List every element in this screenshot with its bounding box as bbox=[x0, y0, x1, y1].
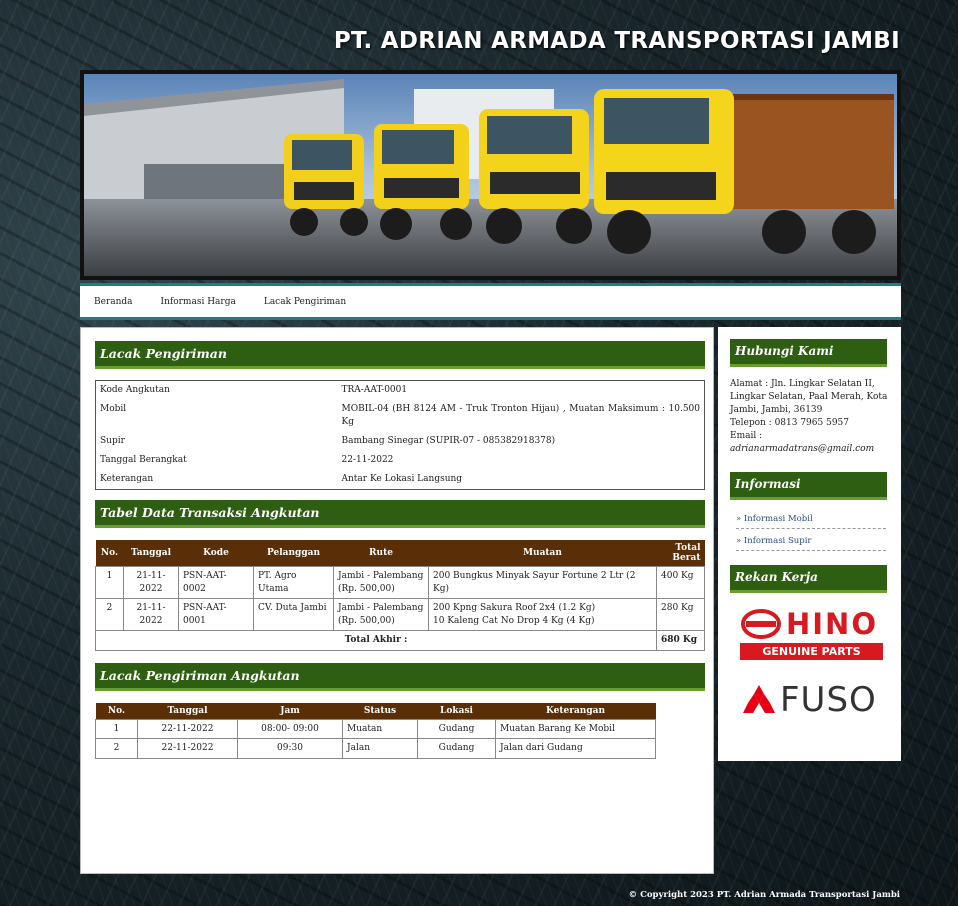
main-content: Lacak Pengiriman Kode Angkutan TRA-AAT-0… bbox=[80, 327, 714, 874]
link-informasi-mobil[interactable]: » Informasi Mobil bbox=[736, 507, 886, 529]
info-row: Mobil MOBIL-04 (BH 8124 AM - Truk Tronto… bbox=[96, 400, 705, 432]
col-header: No. bbox=[95, 702, 138, 719]
col-header: Tanggal bbox=[123, 540, 179, 567]
contact-email-label: Email : bbox=[730, 431, 763, 441]
info-value: MOBIL-04 (BH 8124 AM - Truk Tronton Hija… bbox=[341, 404, 701, 427]
total-label: Total Akhir : bbox=[95, 630, 657, 651]
transaksi-heading: Tabel Data Transaksi Angkutan bbox=[95, 500, 705, 528]
table-header-row: No. Tanggal Jam Status Lokasi Keterangan bbox=[95, 702, 705, 719]
cell: 21-11-2022 bbox=[123, 598, 179, 631]
informasi-heading: Informasi bbox=[730, 472, 887, 500]
col-header: Status bbox=[342, 702, 418, 719]
shipment-info-table: Kode Angkutan TRA-AAT-0001 Mobil MOBIL-0… bbox=[95, 380, 705, 490]
info-label: Mobil bbox=[100, 404, 127, 414]
info-label: Supir bbox=[100, 436, 125, 446]
col-header: Kode bbox=[178, 540, 254, 567]
header-banner-image bbox=[80, 70, 901, 280]
fuso-wordmark: FUSO bbox=[780, 680, 877, 720]
link-informasi-supir[interactable]: » Informasi Supir bbox=[736, 529, 886, 551]
info-row: Kode Angkutan TRA-AAT-0001 bbox=[96, 381, 705, 401]
info-label: Keterangan bbox=[100, 474, 154, 484]
cell: Gudang bbox=[417, 718, 496, 739]
contact-phone: Telepon : 0813 7965 5957 bbox=[730, 418, 849, 428]
cell: 280 Kg bbox=[656, 598, 705, 631]
cell: Gudang bbox=[417, 738, 496, 759]
contact-address: Alamat : Jln. Lingkar Selatan II, Lingka… bbox=[730, 379, 888, 415]
cell: 200 Kpng Sakura Roof 2x4 (1.2 Kg) 10 Kal… bbox=[428, 598, 657, 631]
site-title: PT. ADRIAN ARMADA TRANSPORTASI JAMBI bbox=[333, 28, 900, 54]
cell: 200 Bungkus Minyak Sayur Fortune 2 Ltr (… bbox=[428, 566, 657, 599]
tracking-heading: Lacak Pengiriman Angkutan bbox=[95, 662, 705, 691]
cell: 22-11-2022 bbox=[137, 738, 238, 759]
mitsubishi-diamonds-icon bbox=[743, 685, 775, 713]
info-label: Kode Angkutan bbox=[100, 385, 170, 395]
col-header: Lokasi bbox=[417, 702, 496, 719]
spacer bbox=[656, 719, 705, 739]
info-row: Tanggal Berangkat 22-11-2022 bbox=[96, 451, 705, 470]
cell: Jalan dari Gudang bbox=[495, 738, 656, 759]
cell: 1 bbox=[95, 566, 124, 599]
sidebar: Hubungi Kami Alamat : Jln. Lingkar Selat… bbox=[718, 327, 901, 761]
info-row: Supir Bambang Sinegar (SUPIR-07 - 085382… bbox=[96, 432, 705, 451]
cell: 2 bbox=[95, 598, 124, 631]
informasi-links: » Informasi Mobil » Informasi Supir bbox=[730, 507, 901, 551]
total-row: Total Akhir : 680 Kg bbox=[95, 630, 705, 651]
table-row: 1 21-11-2022 PSN-AAT-0002 PT. Agro Utama… bbox=[95, 566, 705, 599]
cell: Jalan bbox=[342, 738, 418, 759]
transaksi-table: No. Tanggal Kode Pelanggan Rute Muatan T… bbox=[95, 540, 705, 651]
col-header: Keterangan bbox=[495, 702, 656, 719]
nav-item-informasi-harga[interactable]: Informasi Harga bbox=[161, 297, 236, 307]
info-value: Antar Ke Lokasi Langsung bbox=[341, 474, 463, 484]
table-row: 2 21-11-2022 PSN-AAT-0001 CV. Duta Jambi… bbox=[95, 598, 705, 631]
info-row: Keterangan Antar Ke Lokasi Langsung bbox=[96, 470, 705, 490]
table-row: 2 22-11-2022 09:30 Jalan Gudang Jalan da… bbox=[95, 738, 705, 759]
col-header: Muatan bbox=[428, 540, 657, 567]
col-header: No. bbox=[95, 540, 124, 567]
spacer bbox=[656, 739, 705, 759]
spacer bbox=[655, 702, 705, 719]
cell: PSN-AAT-0001 bbox=[178, 598, 254, 631]
col-header: Tanggal bbox=[137, 702, 238, 719]
cell: PSN-AAT-0002 bbox=[178, 566, 254, 599]
hino-wordmark: HINO bbox=[786, 607, 878, 641]
info-value: 22-11-2022 bbox=[341, 455, 394, 465]
cell: Muatan bbox=[342, 718, 418, 739]
cell: Muatan Barang Ke Mobil bbox=[495, 718, 656, 739]
hino-logo: HINO GENUINE PARTS bbox=[740, 607, 883, 660]
col-header: Pelanggan bbox=[253, 540, 334, 567]
cell: 09:30 bbox=[237, 738, 343, 759]
cell: 1 bbox=[95, 718, 138, 739]
contact-block: Alamat : Jln. Lingkar Selatan II, Lingka… bbox=[730, 378, 890, 456]
cell: Jambi - Palembang (Rp. 500,00) bbox=[333, 566, 429, 599]
info-value: TRA-AAT-0001 bbox=[341, 385, 408, 395]
cell: 21-11-2022 bbox=[123, 566, 179, 599]
tracking-table: No. Tanggal Jam Status Lokasi Keterangan… bbox=[95, 702, 705, 759]
info-value: Bambang Sinegar (SUPIR-07 - 085382918378… bbox=[341, 436, 556, 446]
hino-emblem-icon bbox=[741, 609, 781, 639]
cell: 22-11-2022 bbox=[137, 718, 238, 739]
rekan-heading: Rekan Kerja bbox=[730, 565, 887, 593]
footer-copyright: © Copyright 2023 PT. Adrian Armada Trans… bbox=[628, 890, 900, 900]
nav-item-beranda[interactable]: Beranda bbox=[94, 297, 133, 307]
cell: Jambi - Palembang (Rp. 500,00) bbox=[333, 598, 429, 631]
cell: PT. Agro Utama bbox=[253, 566, 334, 599]
col-header: Total Berat bbox=[656, 540, 705, 567]
cell: 2 bbox=[95, 738, 138, 759]
info-label: Tanggal Berangkat bbox=[100, 455, 187, 465]
nav-item-lacak-pengiriman[interactable]: Lacak Pengiriman bbox=[264, 297, 346, 307]
col-header: Rute bbox=[333, 540, 429, 567]
hubungi-heading: Hubungi Kami bbox=[730, 339, 887, 367]
col-header: Jam bbox=[237, 702, 343, 719]
total-value: 680 Kg bbox=[656, 630, 705, 651]
table-row: 1 22-11-2022 08:00- 09:00 Muatan Gudang … bbox=[95, 718, 705, 739]
cell: 08:00- 09:00 bbox=[237, 718, 343, 739]
main-nav: Beranda Informasi Harga Lacak Pengiriman bbox=[80, 283, 901, 320]
contact-email: adrianarmadatrans@gmail.com bbox=[730, 444, 875, 454]
cell: CV. Duta Jambi bbox=[253, 598, 334, 631]
hino-genuine-parts: GENUINE PARTS bbox=[740, 643, 883, 660]
cell: 400 Kg bbox=[656, 566, 705, 599]
fuso-logo: FUSO bbox=[742, 680, 901, 720]
lacak-heading: Lacak Pengiriman bbox=[95, 341, 705, 369]
table-header-row: No. Tanggal Kode Pelanggan Rute Muatan T… bbox=[95, 540, 705, 567]
